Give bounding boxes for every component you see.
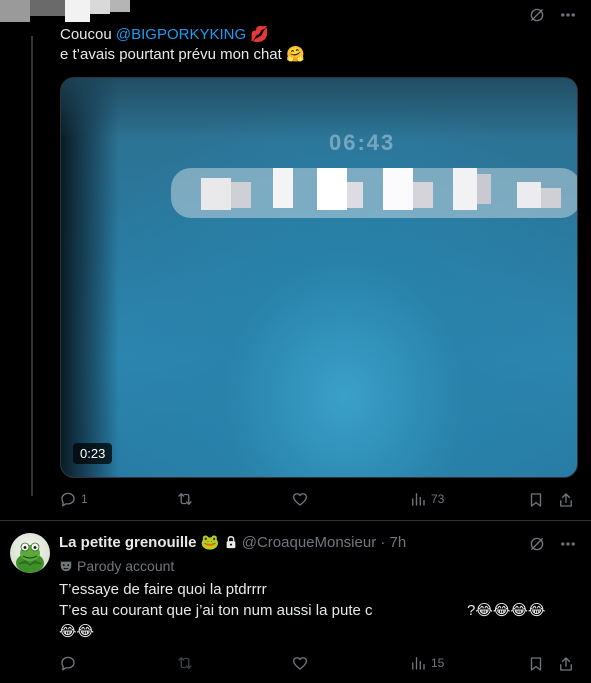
tweet-1-line-1: Coucou @BIGPORKYKING 💋	[60, 25, 269, 45]
pixel-block	[201, 178, 231, 210]
laugh-emojis-2: 😂😂	[59, 623, 95, 640]
separator-dot: ·	[380, 534, 386, 551]
pixel-block	[317, 168, 347, 210]
kiss-emoji: 💋	[250, 26, 269, 43]
censored-header	[0, 0, 130, 26]
pixel-block	[541, 188, 561, 208]
pixel-block	[383, 168, 413, 210]
display-name[interactable]: La petite grenouille	[59, 534, 197, 551]
reply-button[interactable]	[59, 654, 77, 672]
views-icon	[409, 654, 427, 672]
video-duration-badge: 0:23	[73, 443, 113, 464]
like-icon	[291, 654, 309, 672]
retweet-button[interactable]	[176, 490, 194, 508]
reply-count: 1	[81, 492, 88, 506]
reply-button[interactable]: 1	[59, 490, 88, 508]
tweet-time[interactable]: 7h	[390, 534, 407, 551]
reply-icon	[59, 654, 77, 672]
pixel-block	[273, 168, 293, 208]
tweet-2-line-3: 😂😂	[59, 622, 94, 642]
more-dots-icon[interactable]	[558, 5, 578, 25]
laugh-emojis: 😂😂😂😂	[475, 602, 546, 619]
pixel-block	[231, 182, 251, 208]
pixel-block	[453, 168, 477, 210]
retweet-icon	[176, 654, 194, 672]
tweet-2-line-2-start: T’es au courant que j’ai ton num aussi l…	[59, 602, 373, 619]
share-icon[interactable]	[556, 654, 576, 674]
bookmark-icon[interactable]	[526, 490, 546, 510]
mention-link[interactable]: @BIGPORKYKING	[116, 26, 246, 43]
tweet-2-line-2-end: ?😂😂😂😂	[467, 601, 545, 621]
views-button[interactable]: 15	[409, 654, 444, 672]
tweet-1-prefix: Coucou	[60, 26, 116, 43]
pixel-block	[413, 182, 433, 208]
views-count: 73	[431, 492, 445, 506]
parody-label: Parody account	[59, 557, 174, 577]
tweet-2-line-2: T’es au courant que j’ai ton num aussi l…	[59, 601, 373, 621]
pixel-block	[347, 182, 363, 208]
parody-text: Parody account	[77, 558, 175, 574]
tweet-1-body: e t’avais pourtant prévu mon chat	[60, 46, 282, 63]
views-button[interactable]: 73	[409, 490, 444, 508]
tweet-1-line-2: e t’avais pourtant prévu mon chat 🤗	[60, 45, 305, 65]
video-blurred-time: 06:43	[329, 130, 396, 155]
more-dots-icon[interactable]	[558, 534, 578, 554]
avatar[interactable]	[10, 533, 50, 573]
tweet-2-header: La petite grenouille 🐸 @CroaqueMonsieur …	[59, 533, 406, 555]
pixel-block	[517, 182, 541, 208]
grok-icon[interactable]	[527, 5, 547, 25]
video-dark-corner	[61, 78, 577, 138]
tweet-divider	[0, 520, 591, 521]
lock-icon	[224, 535, 238, 555]
video-player[interactable]: 06:43 0:23	[60, 77, 578, 478]
kermit-avatar-icon	[16, 542, 44, 573]
hug-emoji: 🤗	[285, 46, 305, 63]
like-button[interactable]	[291, 490, 309, 508]
like-button[interactable]	[291, 654, 309, 672]
frog-emoji: 🐸	[200, 534, 220, 551]
bookmark-icon[interactable]	[526, 654, 546, 674]
views-icon	[409, 490, 427, 508]
parody-mask-icon	[59, 559, 73, 577]
pixel-block	[477, 174, 491, 204]
retweet-button[interactable]	[176, 654, 194, 672]
retweet-icon	[176, 490, 194, 508]
tweet-2-line-1: T’essaye de faire quoi la ptdrrrr	[59, 581, 267, 598]
user-handle[interactable]: @CroaqueMonsieur	[242, 534, 376, 551]
thread-line	[31, 36, 33, 496]
reply-icon	[59, 490, 77, 508]
share-icon[interactable]	[556, 490, 576, 510]
grok-icon[interactable]	[527, 534, 547, 554]
like-icon	[291, 490, 309, 508]
views-count: 15	[431, 656, 445, 670]
